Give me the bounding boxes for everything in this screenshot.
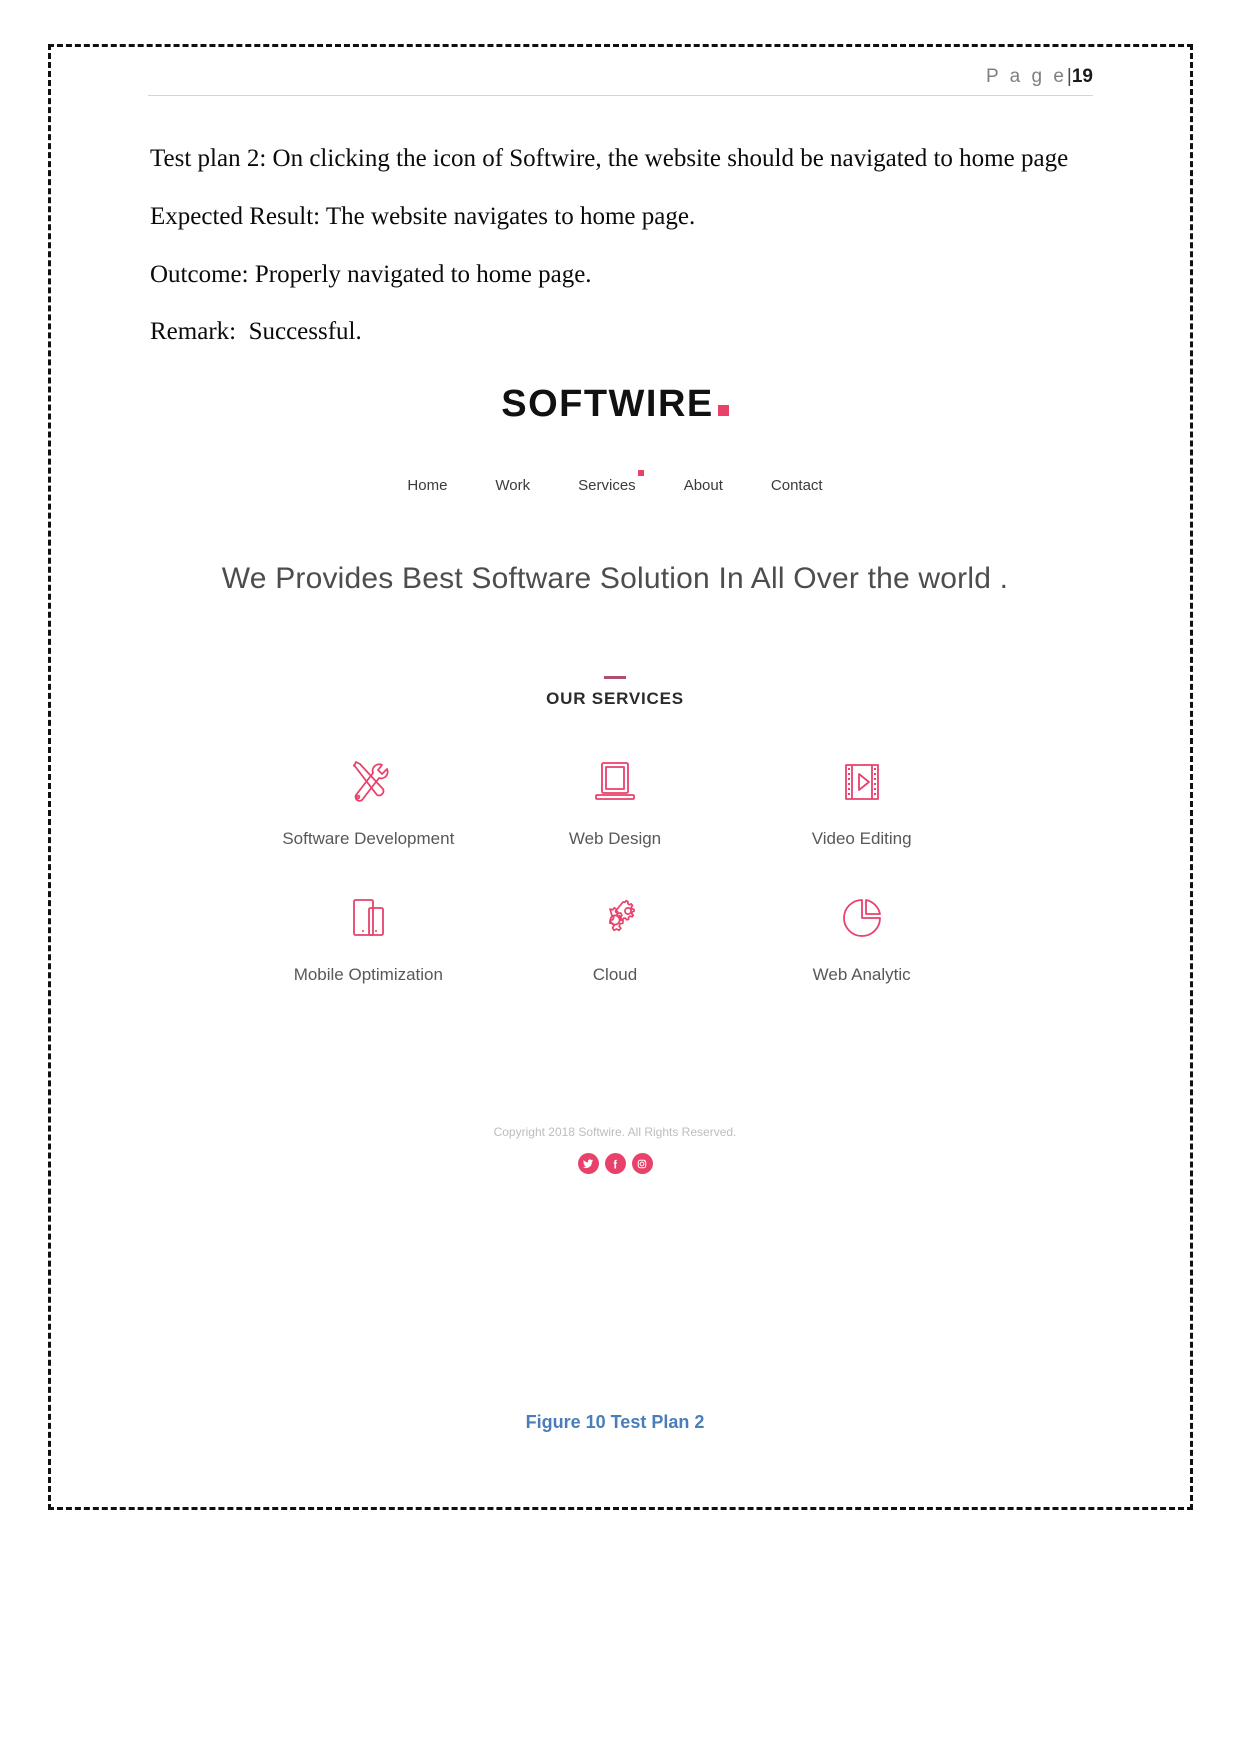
service-label-mobile-optimization: Mobile Optimization bbox=[293, 965, 443, 984]
site-logo-text: SOFTWIRE bbox=[501, 383, 714, 425]
active-indicator-dot-icon bbox=[637, 470, 644, 476]
figure-website-screenshot: SOFTWIRE Home Work Services About Contac… bbox=[150, 360, 1080, 1360]
service-card-cloud[interactable]: Cloud bbox=[492, 889, 739, 985]
nav-label-about: About bbox=[683, 477, 723, 494]
service-card-video-editing[interactable]: Video Editing bbox=[738, 753, 985, 849]
site-navigation: Home Work Services About Contact bbox=[150, 470, 1080, 496]
figure-caption: Figure 10 Test Plan 2 bbox=[525, 1412, 705, 1432]
paragraph-outcome: Outcome: Properly navigated to home page… bbox=[150, 260, 592, 288]
service-card-software-development[interactable]: Software Development bbox=[245, 753, 492, 849]
tools-icon bbox=[341, 753, 395, 811]
hero-tagline: We Provides Best Software Solution In Al… bbox=[221, 562, 1009, 595]
paragraph-remark: Remark: Successful. bbox=[150, 318, 362, 346]
service-label-web-analytic: Web Analytic bbox=[812, 965, 911, 984]
social-icon-row bbox=[150, 1153, 1080, 1174]
nav-item-work[interactable]: Work bbox=[491, 475, 534, 496]
service-label-cloud: Cloud bbox=[592, 965, 638, 984]
nav-label-home: Home bbox=[407, 477, 448, 494]
twitter-icon[interactable] bbox=[577, 1153, 599, 1174]
devices-icon bbox=[341, 889, 395, 947]
nav-item-home[interactable]: Home bbox=[403, 475, 451, 496]
service-label-web-design: Web Design bbox=[568, 829, 662, 848]
services-heading-group: OUR SERVICES bbox=[150, 676, 1080, 709]
nav-item-contact[interactable]: Contact bbox=[767, 475, 827, 496]
service-card-web-design[interactable]: Web Design bbox=[492, 753, 739, 849]
nav-item-services[interactable]: Services bbox=[574, 470, 644, 496]
service-label-video-editing: Video Editing bbox=[811, 829, 912, 848]
page-number: 19 bbox=[1071, 66, 1093, 87]
heading-dash-icon bbox=[604, 676, 626, 679]
services-heading: OUR SERVICES bbox=[546, 689, 684, 708]
instagram-icon[interactable] bbox=[631, 1153, 653, 1174]
nav-label-services: Services bbox=[578, 477, 636, 494]
gears-icon bbox=[588, 889, 642, 947]
service-card-web-analytic[interactable]: Web Analytic bbox=[738, 889, 985, 985]
page-word: P a g e bbox=[986, 66, 1067, 87]
laptop-icon bbox=[588, 753, 642, 811]
site-footer: Copyright 2018 Softwire. All Rights Rese… bbox=[150, 1125, 1080, 1174]
nav-label-contact: Contact bbox=[770, 477, 823, 494]
facebook-icon[interactable] bbox=[604, 1153, 626, 1174]
film-play-icon bbox=[835, 753, 889, 811]
document-header: P a g e|19 bbox=[148, 66, 1093, 96]
paragraph-expected-result: Expected Result: The website navigates t… bbox=[150, 202, 696, 230]
footer-copyright: Copyright 2018 Softwire. All Rights Rese… bbox=[493, 1125, 737, 1139]
page-header-text: P a g e|19 bbox=[148, 66, 1093, 95]
services-grid: Software Development Web Design Video Ed… bbox=[150, 753, 1080, 985]
nav-item-about[interactable]: About bbox=[680, 475, 727, 496]
site-logo[interactable]: SOFTWIRE bbox=[150, 385, 1080, 423]
service-label-software-development: Software Development bbox=[282, 829, 455, 848]
paragraph-test-plan: Test plan 2: On clicking the icon of Sof… bbox=[150, 145, 1069, 172]
header-rule bbox=[148, 95, 1093, 96]
nav-label-work: Work bbox=[495, 477, 531, 494]
service-card-mobile-optimization[interactable]: Mobile Optimization bbox=[245, 889, 492, 985]
pie-chart-icon bbox=[835, 889, 889, 947]
logo-dot-icon bbox=[717, 405, 729, 416]
document-body: Test plan 2: On clicking the icon of Sof… bbox=[150, 145, 1110, 376]
